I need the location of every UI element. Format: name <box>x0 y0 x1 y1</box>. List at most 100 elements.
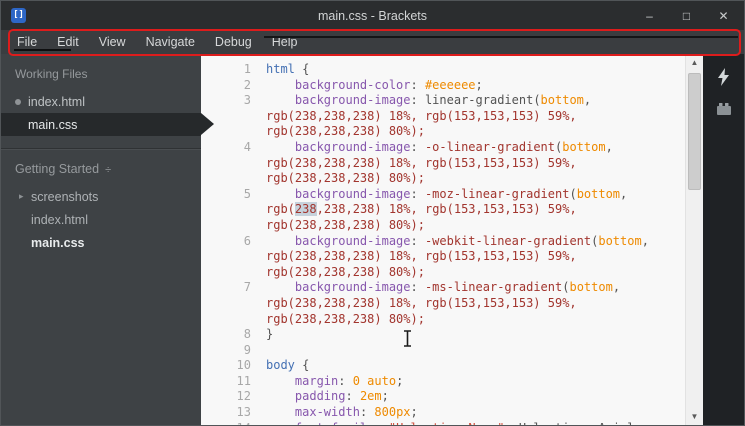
menu-edit[interactable]: Edit <box>47 30 89 54</box>
file-label: main.css <box>28 117 78 132</box>
line-number: 2 <box>243 77 251 92</box>
code-editor[interactable]: 1 html {2 background-color: #eeeeee; 3 bac… <box>201 54 685 425</box>
code-line[interactable]: rgb(238,238,238) 18%, rgb(153,153,153) 5… <box>201 296 685 312</box>
line-number <box>201 156 266 172</box>
code-token: rgb(238,238,238) 18%, rgb(153,153,153) 5… <box>266 108 577 123</box>
code-token: max-width <box>294 405 360 420</box>
line-number <box>201 202 266 218</box>
code-token: bottom <box>569 280 613 295</box>
tree-item-label: screenshots <box>31 189 99 204</box>
code-token: -webkit-linear-gradient <box>424 233 592 248</box>
code-token: , <box>605 139 613 154</box>
line-number <box>201 265 266 281</box>
code-text: rgb(238,238,238) 80%); <box>266 312 685 328</box>
code-line[interactable]: 7 background-image: -ms-linear-gradient(… <box>201 280 685 296</box>
project-dropdown[interactable]: Getting Started ÷ <box>1 152 201 185</box>
code-token: 0 auto <box>352 373 397 388</box>
minimize-button[interactable]: – <box>643 9 656 23</box>
code-token: rgb(238,238,238) 80%); <box>266 124 425 139</box>
code-line[interactable]: 14 font-family: "Helvetica Neue", Helvet… <box>201 421 685 425</box>
code-text: background-image: -moz-linear-gradient(b… <box>266 187 685 203</box>
code-token: 800px <box>374 405 411 420</box>
code-token: { <box>302 358 310 373</box>
menu-view[interactable]: View <box>89 30 136 54</box>
line-number: 9 <box>243 342 251 357</box>
close-button[interactable]: ✕ <box>717 9 730 23</box>
tree-item-label: index.html <box>31 212 88 227</box>
line-number: 3 <box>243 93 251 108</box>
code-line[interactable]: rgb(238,238,238) 18%, rgb(153,153,153) 5… <box>201 109 685 125</box>
file-label: index.html <box>28 94 85 109</box>
project-tree-main.css[interactable]: main.css <box>1 231 201 254</box>
right-toolbar <box>703 54 744 425</box>
code-token: html <box>266 62 303 76</box>
code-line[interactable]: rgb(238,238,238) 80%); <box>201 265 685 281</box>
code-text: max-width: 800px; <box>266 405 685 421</box>
code-line[interactable]: 5 background-image: -moz-linear-gradient… <box>201 187 685 203</box>
code-line[interactable]: 2 background-color: #eeeeee; <box>201 78 685 94</box>
scroll-down-button[interactable]: ▼ <box>686 408 703 425</box>
code-token: padding <box>294 389 346 404</box>
menu-debug[interactable]: Debug <box>205 30 262 54</box>
code-token: rgb(238,238,238) 80%); <box>266 264 425 279</box>
extension-manager-icon[interactable] <box>714 99 734 119</box>
brackets-app-icon[interactable]: [] <box>11 8 26 23</box>
line-number <box>201 312 266 328</box>
menu-file[interactable]: File <box>7 30 47 54</box>
code-line[interactable]: rgb(238,238,238) 80%); <box>201 124 685 140</box>
code-token: : <box>410 186 425 201</box>
project-tree-screenshots[interactable]: ▸ screenshots <box>1 185 201 208</box>
code-token: background-image <box>294 93 411 108</box>
line-number: 7 <box>243 280 251 295</box>
vertical-scrollbar[interactable]: ▲ ▼ <box>685 54 703 425</box>
code-line[interactable]: rgb(238,238,238) 80%); <box>201 171 685 187</box>
code-token: , <box>620 186 628 201</box>
code-line[interactable]: rgb(238,238,238) 80%); <box>201 218 685 234</box>
code-token: background-image <box>294 233 411 248</box>
line-number: 5 <box>243 186 251 201</box>
code-token: ; <box>410 405 418 420</box>
code-line[interactable]: 6 background-image: -webkit-linear-gradi… <box>201 234 685 250</box>
code-token: #eeeeee <box>424 77 476 92</box>
folder-caret-icon[interactable]: ▸ <box>19 191 24 202</box>
line-number <box>201 296 266 312</box>
code-text: body { <box>266 358 685 374</box>
sidebar: Working Files index.html main.css Getting… <box>1 54 214 425</box>
code-line[interactable]: 9 <box>201 343 685 359</box>
code-line[interactable]: 4 background-image: -o-linear-gradient(b… <box>201 140 685 156</box>
project-toggle-icon[interactable]: ÷ <box>105 164 111 176</box>
code-line[interactable]: 10 body { <box>201 358 685 374</box>
code-text: html { <box>266 62 685 78</box>
working-file-main.css[interactable]: main.css <box>1 113 214 136</box>
live-preview-icon[interactable] <box>714 67 734 87</box>
code-token: rgb(238,238,238) 80%); <box>266 217 425 232</box>
code-text: background-color: #eeeeee; <box>266 78 685 94</box>
code-line[interactable]: 1 html { <box>201 62 685 78</box>
code-token: , <box>583 93 592 108</box>
code-line[interactable]: 8} <box>201 327 685 343</box>
code-line[interactable]: 13 max-width: 800px; <box>201 405 685 421</box>
code-line[interactable]: 3 background-image: linear-gradient(bott… <box>201 93 685 109</box>
scroll-up-button[interactable]: ▲ <box>686 54 703 71</box>
code-line[interactable]: 12 padding: 2em; <box>201 389 685 405</box>
menu-navigate[interactable]: Navigate <box>136 30 205 54</box>
code-text: font-family: "Helvetica Neue", Helvetica… <box>266 421 685 425</box>
working-file-index.html[interactable]: index.html <box>1 90 201 113</box>
menu-help[interactable]: Help <box>262 30 308 54</box>
code-line[interactable]: rgb(238,238,238) 80%); <box>201 312 685 328</box>
code-line[interactable]: 11 margin: 0 auto; <box>201 374 685 390</box>
code-line[interactable]: rgb(238,238,238) 18%, rgb(153,153,153) 5… <box>201 202 685 218</box>
code-line[interactable]: rgb(238,238,238) 18%, rgb(153,153,153) 5… <box>201 249 685 265</box>
titlebar: [] main.css - Brackets – □ ✕ <box>1 1 744 30</box>
code-token: } <box>266 327 274 342</box>
window-title: main.css - Brackets <box>317 8 428 23</box>
project-tree-index.html[interactable]: index.html <box>1 208 201 231</box>
scrollbar-thumb[interactable] <box>688 73 701 190</box>
code-line[interactable]: rgb(238,238,238) 18%, rgb(153,153,153) 5… <box>201 156 685 172</box>
code-text: margin: 0 auto; <box>266 374 685 390</box>
code-text: rgb(238,238,238) 80%); <box>266 124 685 140</box>
maximize-button[interactable]: □ <box>680 9 693 23</box>
